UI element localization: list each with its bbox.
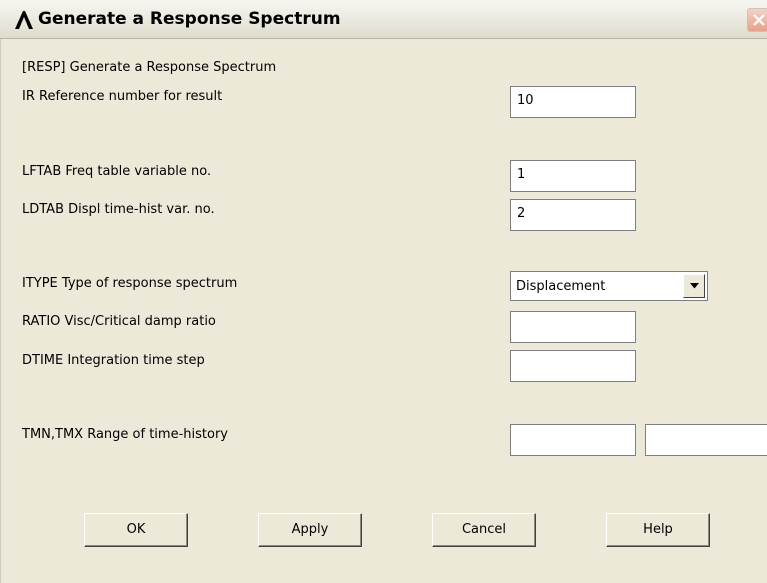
chevron-down-icon — [690, 283, 699, 289]
dtime-label: DTIME Integration time step — [22, 353, 205, 368]
ldtab-label: LDTAB Displ time-hist var. no. — [22, 202, 215, 217]
window-title: Generate a Response Spectrum — [38, 9, 341, 29]
dtime-input[interactable] — [510, 350, 636, 382]
lftab-label: LFTAB Freq table variable no. — [22, 164, 212, 179]
ratio-label: RATIO Visc/Critical damp ratio — [22, 314, 216, 329]
ok-button[interactable]: OK — [84, 513, 188, 547]
close-button[interactable] — [747, 8, 767, 32]
tmn-tmx-label: TMN,TMX Range of time-history — [22, 427, 228, 442]
tmn-input[interactable] — [510, 424, 636, 456]
ir-label: IR Reference number for result — [22, 89, 223, 104]
ratio-input[interactable] — [510, 311, 636, 343]
form-header: [RESP] Generate a Response Spectrum — [22, 60, 277, 75]
cancel-button[interactable]: Cancel — [432, 513, 536, 547]
title-bar[interactable]: Generate a Response Spectrum — [0, 0, 767, 39]
help-button[interactable]: Help — [606, 513, 710, 547]
tmx-input[interactable] — [645, 424, 767, 456]
apply-button[interactable]: Apply — [258, 513, 362, 547]
dropdown-button[interactable] — [683, 274, 705, 298]
dialog-body — [0, 39, 767, 583]
itype-selected-value: Displacement — [516, 279, 606, 294]
ansys-lambda-icon — [14, 10, 34, 30]
ir-input[interactable]: 10 — [510, 86, 636, 118]
lftab-input[interactable]: 1 — [510, 160, 636, 192]
itype-select[interactable]: Displacement — [510, 271, 708, 301]
close-icon — [753, 14, 765, 26]
ldtab-input[interactable]: 2 — [510, 199, 636, 231]
itype-label: ITYPE Type of response spectrum — [22, 276, 238, 291]
